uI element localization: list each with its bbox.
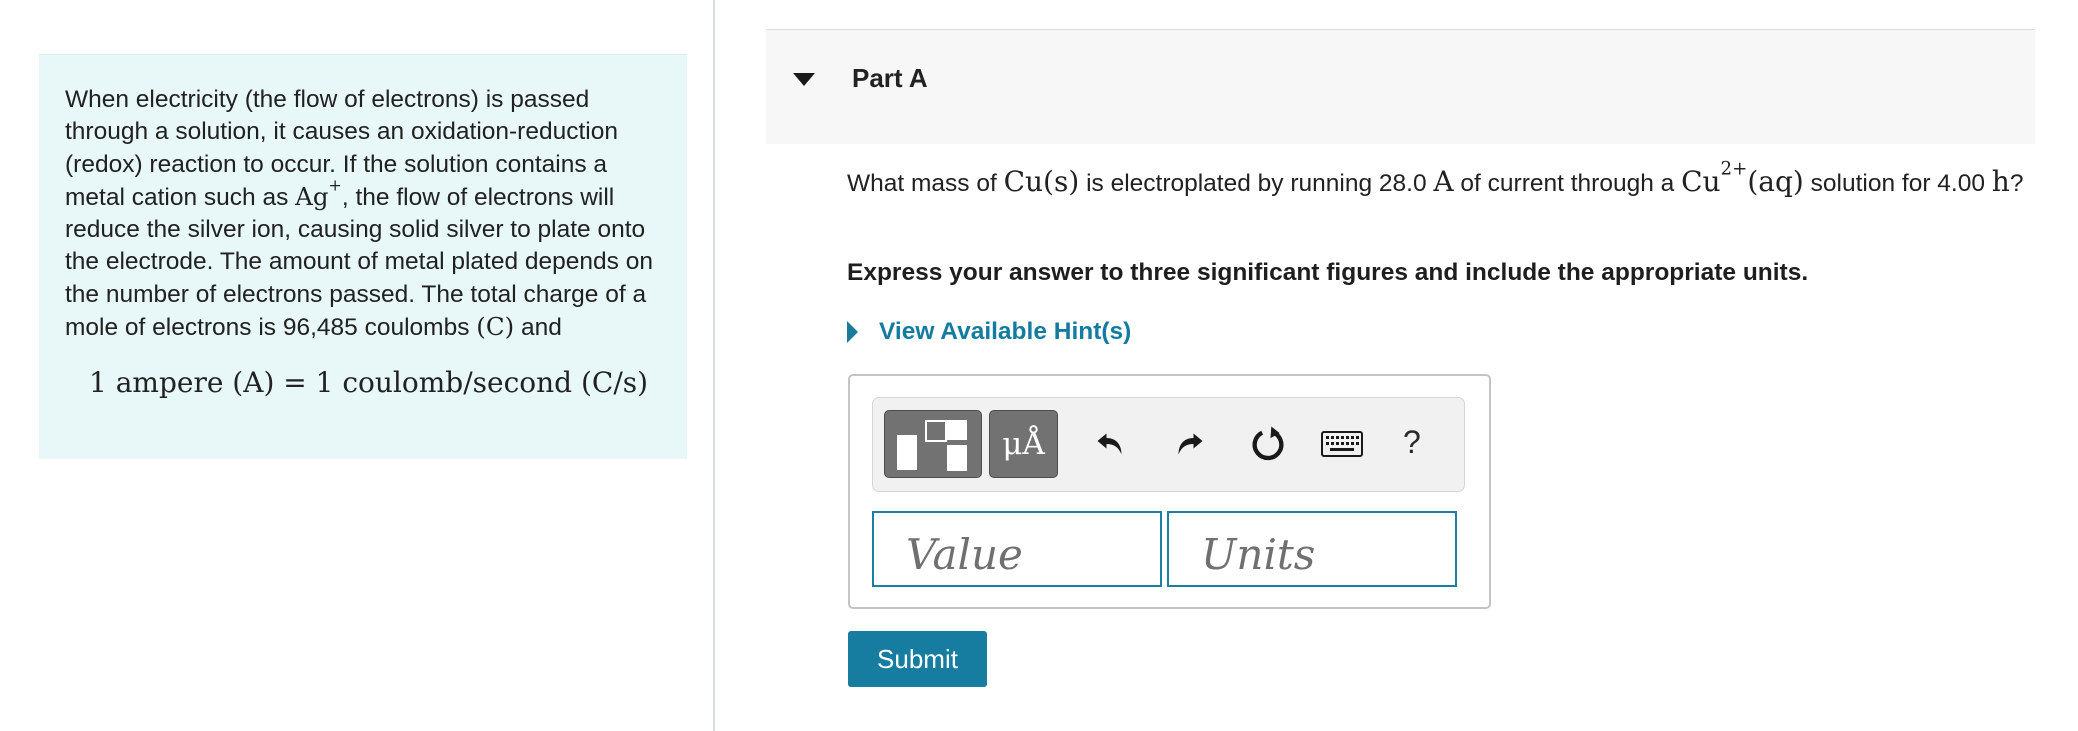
templates-button[interactable] (884, 410, 982, 478)
keyboard-icon (1321, 431, 1363, 457)
value-input[interactable] (872, 511, 1162, 587)
hour-unit: h (1991, 165, 2010, 198)
intro-paragraph: When electricity (the flow of electrons)… (65, 86, 653, 342)
keyboard-button[interactable] (1318, 420, 1366, 468)
copper-ion-species: Cu2+(aq) (1681, 158, 1804, 198)
reset-button[interactable] (1244, 420, 1292, 468)
question-text: What mass of Cu(s) is electroplated by r… (847, 158, 2024, 198)
part-title: Part A (852, 63, 928, 93)
expand-caret-icon (847, 321, 858, 343)
reset-icon (1252, 426, 1284, 461)
redo-icon (1178, 433, 1203, 455)
view-hints-link[interactable]: View Available Hint(s) (847, 318, 1131, 346)
redo-button[interactable] (1165, 420, 1213, 468)
help-button[interactable]: ? (1403, 424, 1421, 461)
problem-intro-panel: When electricity (the flow of electrons)… (39, 54, 687, 459)
answer-instruction: Express your answer to three significant… (847, 259, 1809, 286)
collapse-caret-icon[interactable] (793, 73, 815, 86)
units-input[interactable] (1167, 511, 1457, 587)
undo-button[interactable] (1087, 420, 1135, 468)
part-a-header[interactable]: Part A (766, 29, 2035, 144)
submit-button[interactable]: Submit (848, 631, 987, 687)
copper-solid-species: Cu(s) (1003, 165, 1080, 198)
column-divider (713, 0, 715, 731)
hint-link-label: View Available Hint(s) (879, 318, 1132, 345)
units-button[interactable]: μÅ (989, 410, 1058, 478)
silver-ion-symbol: Ag+ (295, 175, 342, 211)
ampere-unit: A (1433, 165, 1454, 198)
coulomb-symbol: (C) (476, 312, 515, 342)
ampere-definition-equation: 1 ampere (A) = 1 coulomb/second (C/s) (89, 366, 649, 400)
units-icon: μÅ (1002, 426, 1045, 462)
undo-icon (1097, 433, 1122, 455)
answer-widget: μÅ ? (848, 374, 1491, 609)
math-toolbar: μÅ ? (872, 397, 1465, 492)
